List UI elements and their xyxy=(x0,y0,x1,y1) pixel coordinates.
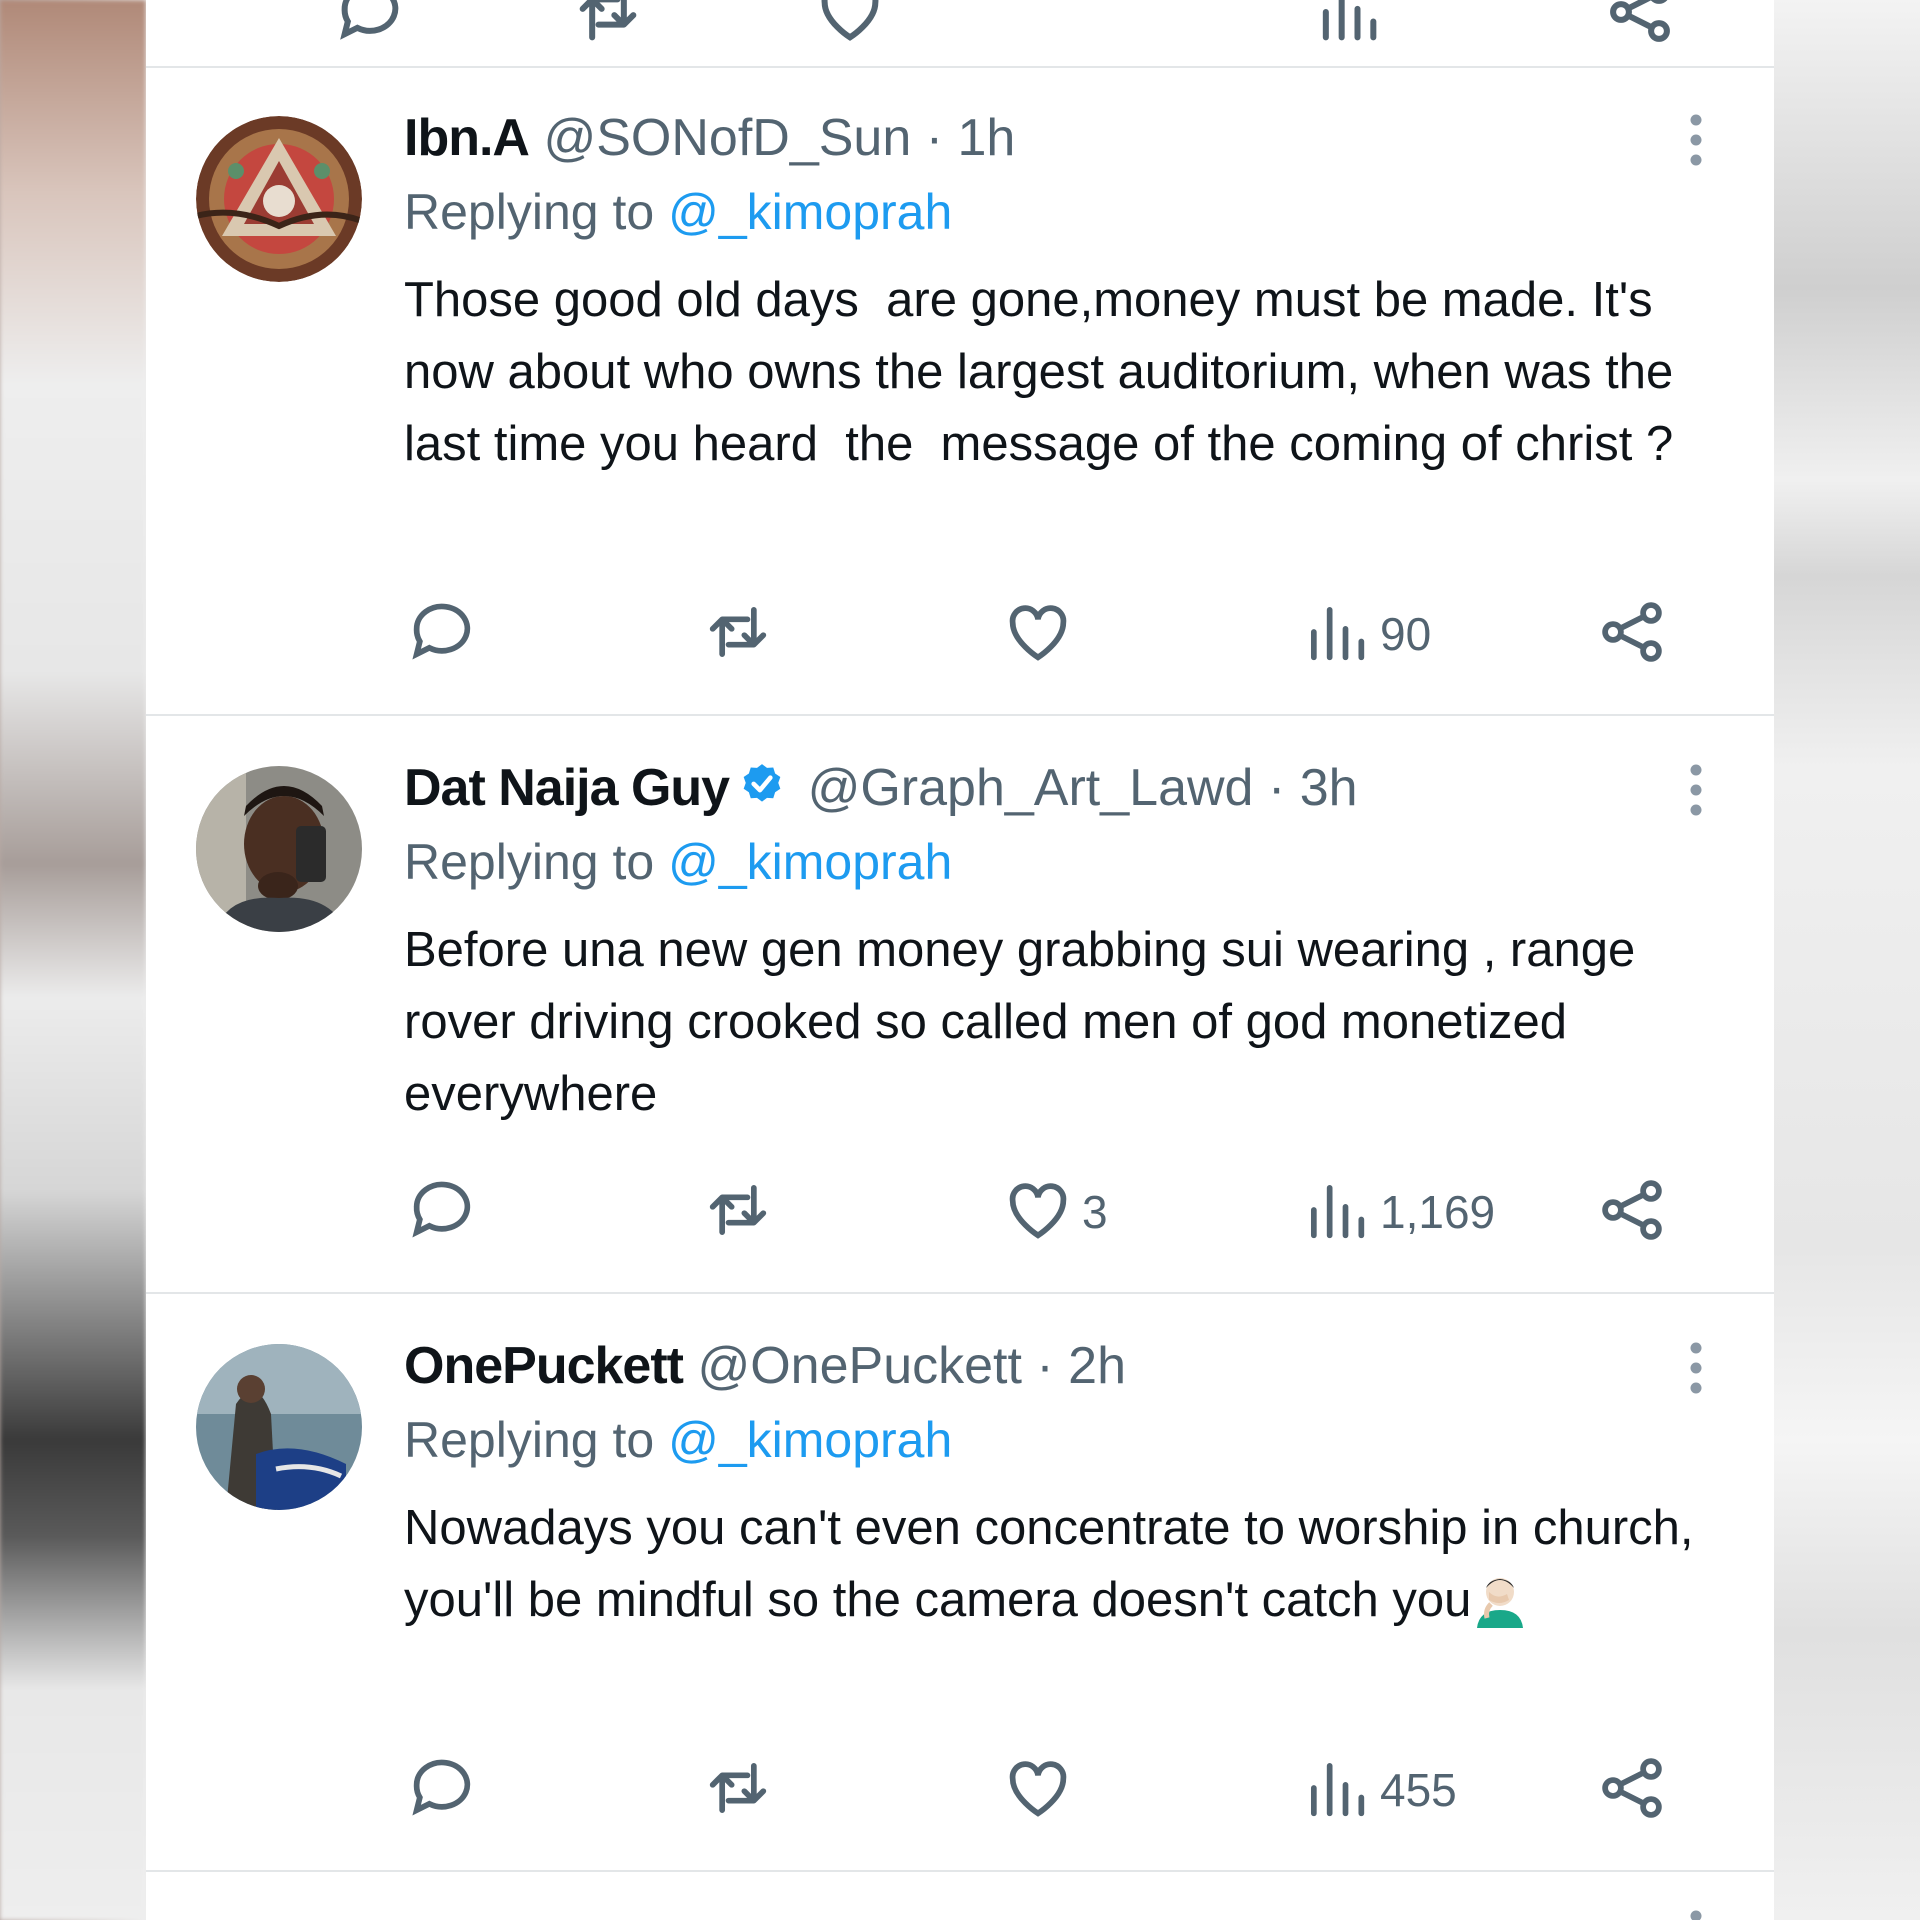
avatar[interactable] xyxy=(196,1344,362,1510)
user-handle[interactable]: @SONofD_Sun xyxy=(543,109,911,167)
like-icon[interactable] xyxy=(812,0,888,55)
tweet-text: Nowadays you can't even concentrate to w… xyxy=(404,1492,1734,1636)
reply-icon xyxy=(404,1172,480,1253)
separator-dot: · xyxy=(1036,1337,1054,1395)
more-icon[interactable] xyxy=(1676,110,1716,170)
reply-icon xyxy=(404,1750,480,1831)
like-count: 3 xyxy=(1082,1186,1108,1238)
views-icon xyxy=(1298,594,1374,675)
views-count: 1,169 xyxy=(1380,1186,1496,1238)
tweet-text: Those good old days are gone,money must … xyxy=(404,273,1687,471)
more-icon[interactable] xyxy=(1676,1338,1716,1398)
views-icon xyxy=(1298,1750,1374,1831)
retweet-button[interactable] xyxy=(700,594,776,674)
display-name[interactable]: Ibn.A xyxy=(404,109,530,167)
separator-dot: · xyxy=(1267,759,1286,817)
views-icon xyxy=(1298,1172,1374,1253)
replying-label: Replying to xyxy=(404,1412,655,1468)
reply-button[interactable] xyxy=(404,594,480,674)
replying-to: Replying to @_kimoprah xyxy=(404,182,952,242)
replying-label: Replying to xyxy=(404,834,655,890)
share-icon[interactable] xyxy=(1602,0,1678,55)
user-handle[interactable]: @Graph_Art_Lawd xyxy=(808,759,1254,817)
avatar[interactable] xyxy=(196,766,362,932)
action-bar: 90 xyxy=(404,594,1724,674)
man-facepalming-emoji xyxy=(1471,1570,1529,1628)
share-icon xyxy=(1594,594,1670,675)
retweet-button[interactable] xyxy=(700,1172,776,1252)
verified-badge-icon xyxy=(737,761,787,811)
previous-tweet-actions xyxy=(146,0,1774,68)
background-blur-left xyxy=(0,0,146,1920)
display-name[interactable]: Dat Naija Guy xyxy=(404,759,730,817)
like-button[interactable] xyxy=(1000,594,1082,674)
separator-dot: · xyxy=(925,109,944,167)
tweet-header: Ibn.A @SONofD_Sun · 1h xyxy=(404,108,1015,168)
views-button[interactable]: 1,169 xyxy=(1298,1172,1495,1252)
reply-button[interactable] xyxy=(404,1750,480,1830)
like-icon xyxy=(1000,1750,1076,1831)
reply-tweet[interactable]: Ibn.A @SONofD_Sun · 1h Replying to @_kim… xyxy=(146,66,1774,716)
retweet-icon[interactable] xyxy=(570,0,646,55)
views-icon[interactable] xyxy=(1310,0,1386,55)
views-count: 455 xyxy=(1380,1764,1457,1816)
retweet-icon xyxy=(700,1750,776,1831)
tweet-text: Before una new gen money grabbing sui we… xyxy=(404,923,1649,1121)
mention-link[interactable]: @_kimoprah xyxy=(668,834,952,890)
share-icon xyxy=(1594,1750,1670,1831)
replying-to: Replying to @_kimoprah xyxy=(404,832,952,892)
views-button[interactable]: 455 xyxy=(1298,1750,1457,1830)
reply-tweet[interactable]: Dat Naija Guy @Graph_Art_Lawd · 3h Reply… xyxy=(146,716,1774,1294)
timestamp[interactable]: 1h xyxy=(958,109,1016,167)
tweet-replies-panel: Ibn.A @SONofD_Sun · 1h Replying to @_kim… xyxy=(146,0,1774,1920)
like-icon xyxy=(1000,594,1076,675)
user-handle[interactable]: @OnePuckett xyxy=(697,1337,1022,1395)
reply-icon xyxy=(404,594,480,675)
views-button[interactable]: 90 xyxy=(1298,594,1431,674)
action-bar: 455 xyxy=(404,1750,1724,1830)
like-button[interactable] xyxy=(1000,1750,1082,1830)
share-button[interactable] xyxy=(1594,594,1670,674)
timestamp[interactable]: 3h xyxy=(1300,759,1358,817)
reply-button[interactable] xyxy=(404,1172,480,1252)
tweet-header: OnePuckett @OnePuckett · 2h xyxy=(404,1336,1126,1396)
action-bar: 3 1,169 xyxy=(404,1172,1724,1252)
timestamp[interactable]: 2h xyxy=(1068,1337,1126,1395)
replying-label: Replying to xyxy=(404,184,655,240)
replying-to: Replying to @_kimoprah xyxy=(404,1410,952,1470)
tweet-header: Dat Naija Guy @Graph_Art_Lawd · 3h xyxy=(404,758,1358,818)
more-icon[interactable] xyxy=(1676,760,1716,820)
views-count: 90 xyxy=(1380,608,1432,660)
share-icon xyxy=(1594,1172,1670,1253)
next-tweet-more-icon[interactable] xyxy=(1676,1906,1716,1920)
retweet-icon xyxy=(700,1172,776,1253)
share-button[interactable] xyxy=(1594,1172,1670,1252)
reply-icon[interactable] xyxy=(332,0,408,55)
background-blur-right xyxy=(1774,0,1920,1920)
display-name[interactable]: OnePuckett xyxy=(404,1337,684,1395)
mention-link[interactable]: @_kimoprah xyxy=(668,184,952,240)
avatar[interactable] xyxy=(196,116,362,282)
share-button[interactable] xyxy=(1594,1750,1670,1830)
like-icon xyxy=(1000,1172,1076,1253)
retweet-button[interactable] xyxy=(700,1750,776,1830)
mention-link[interactable]: @_kimoprah xyxy=(668,1412,952,1468)
retweet-icon xyxy=(700,594,776,675)
like-button[interactable]: 3 xyxy=(1000,1172,1108,1252)
reply-tweet[interactable]: OnePuckett @OnePuckett · 2h Replying to … xyxy=(146,1294,1774,1872)
